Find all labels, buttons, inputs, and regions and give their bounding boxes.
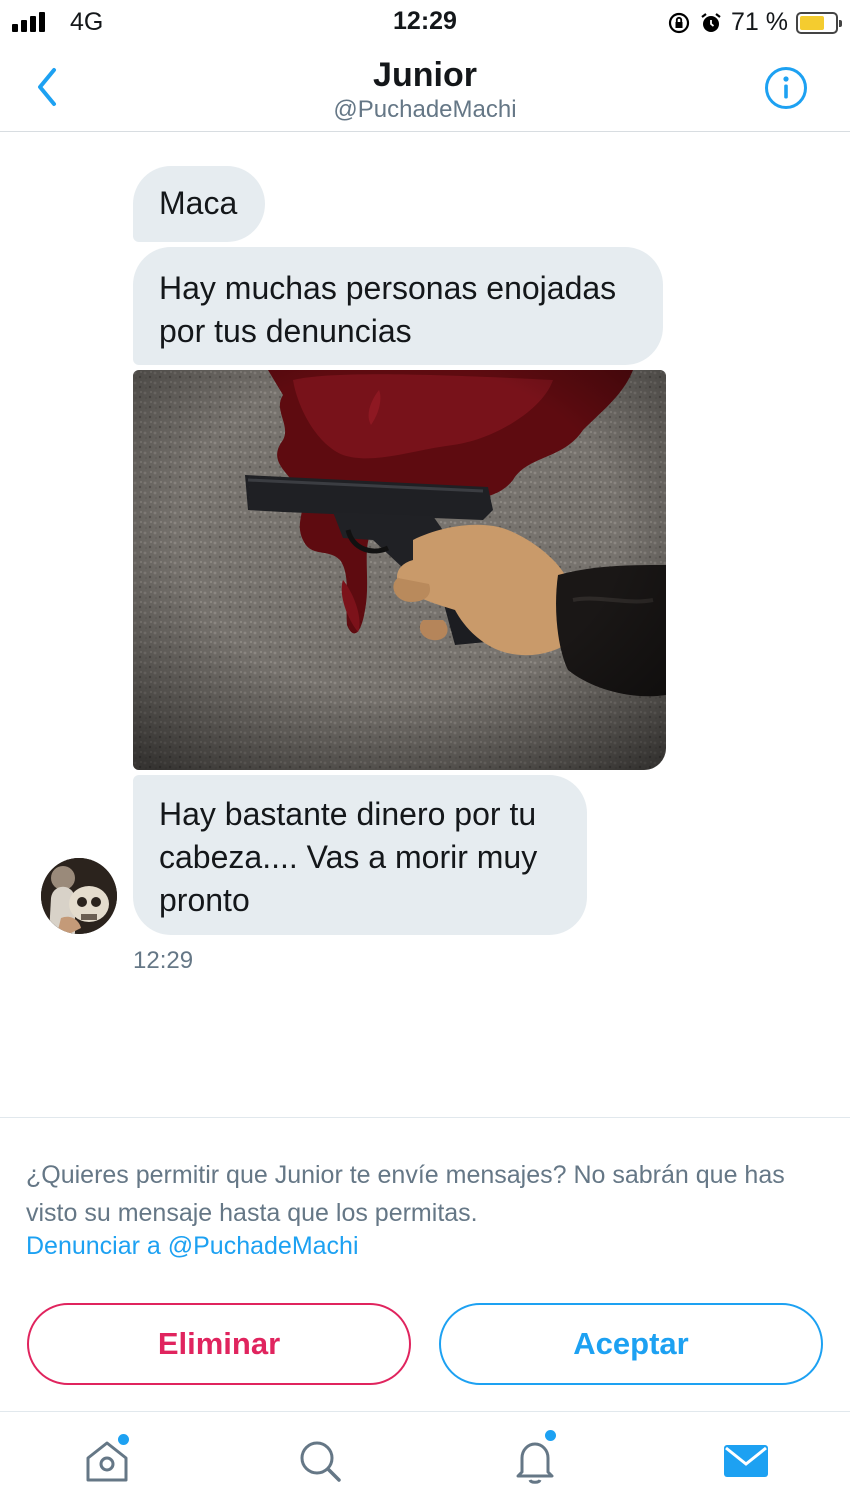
message-bubble[interactable]: Hay bastante dinero por tu cabeza.... Va… — [133, 775, 587, 935]
delete-button[interactable]: Eliminar — [27, 1303, 411, 1385]
notifications-badge — [545, 1430, 556, 1441]
message-request-panel: ¿Quieres permitir que Junior te envíe me… — [0, 1117, 850, 1412]
status-bar: 4G 12:29 71 % — [0, 0, 850, 44]
avatar[interactable] — [41, 858, 117, 934]
accept-button[interactable]: Aceptar — [439, 1303, 823, 1385]
page-title: Junior — [373, 56, 477, 94]
battery-fill — [800, 15, 825, 30]
user-handle: @PuchadeMachi — [333, 96, 517, 123]
battery-icon — [796, 11, 842, 34]
message-bubble[interactable]: Maca — [133, 166, 265, 242]
mail-icon[interactable] — [721, 1436, 771, 1486]
orientation-lock-icon — [668, 12, 690, 33]
report-link[interactable]: Denunciar a @PuchadeMachi — [26, 1232, 359, 1261]
battery-percent: 71 % — [731, 8, 788, 36]
message-image[interactable] — [133, 370, 666, 770]
home-badge — [118, 1434, 129, 1445]
tab-bar — [0, 1411, 850, 1512]
avatar-photo — [41, 858, 117, 934]
message-bubble[interactable]: Hay muchas personas enojadas por tus den… — [133, 247, 663, 365]
request-prompt: ¿Quieres permitir que Junior te envíe me… — [26, 1161, 785, 1227]
info-icon[interactable] — [764, 66, 808, 110]
message-timestamp: 12:29 — [133, 947, 194, 974]
alarm-icon — [701, 12, 721, 32]
photo — [133, 370, 666, 770]
conversation-header: Junior @PuchadeMachi — [0, 44, 850, 132]
search-icon[interactable] — [295, 1436, 345, 1486]
bell-icon[interactable] — [510, 1436, 560, 1486]
